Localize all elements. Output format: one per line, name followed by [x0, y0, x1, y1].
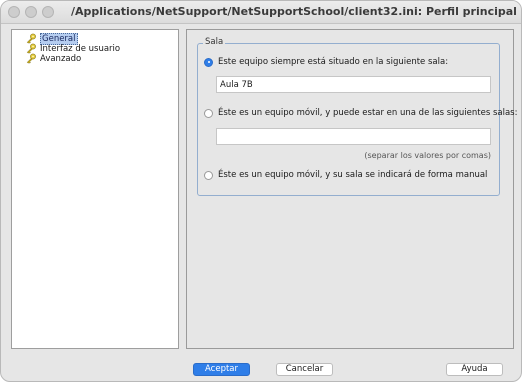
help-button[interactable]: Ayuda — [446, 363, 503, 376]
close-window-button[interactable] — [8, 6, 20, 18]
settings-panel: Sala Este equipo siempre está situado en… — [186, 29, 517, 349]
fixed-room-input[interactable]: Aula 7B — [216, 76, 491, 93]
tree-item-label: Avanzado — [40, 53, 82, 64]
title-bar[interactable]: /Applications/NetSupport/NetSupportSchoo… — [1, 1, 521, 24]
zoom-window-button[interactable] — [42, 6, 54, 18]
settings-tree: General Interfaz de usuario Avanzado — [11, 29, 179, 349]
tree-item-avanzado[interactable]: Avanzado — [26, 53, 81, 64]
tree-item-label: Interfaz de usuario — [40, 43, 121, 54]
radio-fixed-room[interactable]: Este equipo siempre está situado en la s… — [204, 57, 448, 67]
radio-label: Éste es un equipo móvil, y su sala se in… — [218, 170, 488, 180]
gear-key-icon — [26, 53, 36, 64]
radio-button[interactable] — [204, 108, 213, 118]
mobile-rooms-hint: (separar los valores por comas) — [364, 151, 491, 160]
minimize-window-button[interactable] — [25, 6, 37, 18]
radio-button-checked[interactable] — [204, 57, 213, 67]
window-title: /Applications/NetSupport/NetSupportSchoo… — [71, 5, 517, 18]
cancel-button[interactable]: Cancelar — [276, 363, 333, 376]
radio-label: Éste es un equipo móvil, y puede estar e… — [218, 108, 518, 118]
mobile-rooms-input[interactable] — [216, 128, 491, 145]
radio-mobile-list[interactable]: Éste es un equipo móvil, y puede estar e… — [204, 108, 517, 118]
radio-label: Este equipo siempre está situado en la s… — [218, 57, 449, 67]
dialog-window: /Applications/NetSupport/NetSupportSchoo… — [0, 0, 522, 382]
group-title: Sala — [203, 37, 226, 47]
radio-manual-room[interactable]: Éste es un equipo móvil, y su sala se in… — [204, 170, 487, 180]
accept-button[interactable]: Aceptar — [193, 363, 250, 376]
sala-group: Sala Este equipo siempre está situado en… — [197, 37, 517, 196]
radio-button[interactable] — [204, 170, 213, 180]
